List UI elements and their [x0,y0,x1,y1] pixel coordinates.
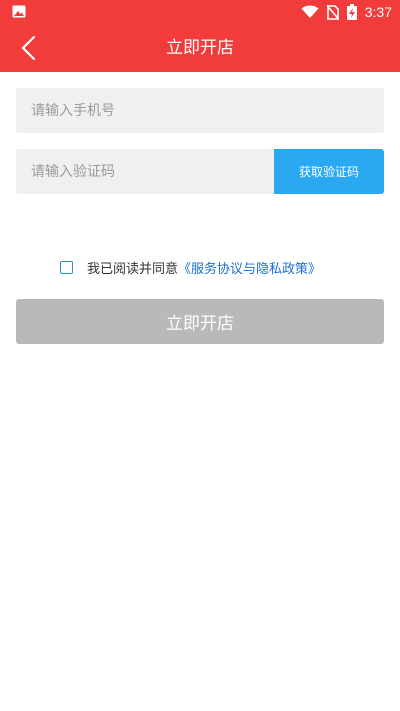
app-bar: 立即开店 [0,24,400,72]
no-sim-icon [326,4,339,20]
agreement-link[interactable]: 《服务协议与隐私政策》 [178,258,321,277]
wifi-icon [301,5,319,18]
clock-time: 3:37 [364,4,392,20]
status-icons: 3:37 [301,3,392,21]
agreement-text: 我已阅读并同意 [87,261,179,277]
phone-field-container [16,88,384,133]
code-field-container [16,149,274,194]
open-store-button[interactable]: 立即开店 [16,299,384,344]
agreement-row: 我已阅读并同意 《服务协议与隐私政策》 [60,256,321,278]
image-icon [12,5,26,18]
phone-input[interactable] [16,88,384,133]
status-bar: 3:37 [0,0,400,24]
get-code-button[interactable]: 获取验证码 [274,149,384,194]
page-title: 立即开店 [166,38,234,58]
battery-charging-icon [346,4,357,20]
agreement-checkbox[interactable] [60,260,73,274]
verification-code-input[interactable] [16,149,274,194]
